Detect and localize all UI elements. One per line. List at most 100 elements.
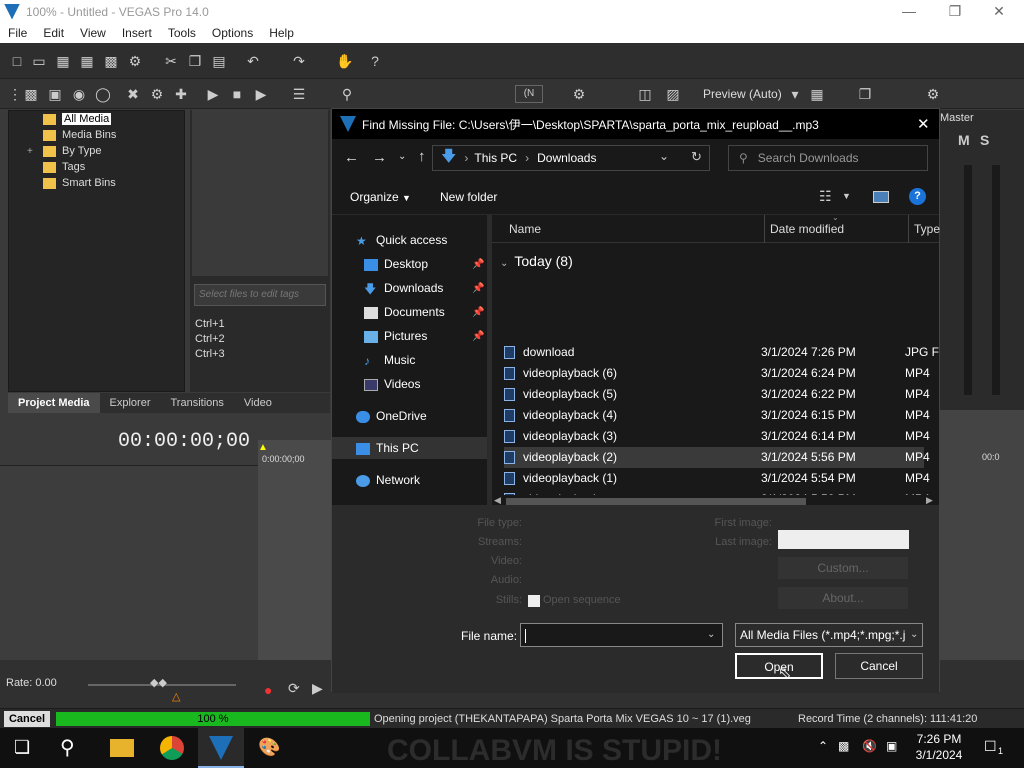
back-arrow-icon[interactable]: ← (344, 149, 359, 166)
redo-icon[interactable]: ↷ (290, 52, 308, 70)
overlays-icon[interactable]: ▨ (664, 85, 682, 103)
menu-insert[interactable]: Insert (114, 26, 160, 40)
address-dropdown-chevron-icon[interactable]: ⌄ (659, 149, 669, 163)
nav-desktop[interactable]: Desktop (364, 253, 428, 275)
breadcrumb-downloads[interactable]: Downloads (537, 151, 596, 165)
web-icon[interactable]: ◯ (94, 85, 112, 103)
file-name-input[interactable]: ⌄ (520, 623, 723, 647)
menu-view[interactable]: View (72, 26, 114, 40)
file-row[interactable]: videoplayback (5) 3/1/2024 6:22 PM MP4 (504, 384, 930, 405)
tab-project-media[interactable]: Project Media (8, 393, 100, 413)
chevron-down-icon[interactable]: ▾ (786, 85, 804, 103)
cut-icon[interactable]: ✂ (162, 52, 180, 70)
nav-downloads[interactable]: 🡇 Downloads (364, 277, 443, 299)
chrome-icon[interactable] (160, 736, 184, 760)
maximize-icon[interactable]: ❐ (932, 0, 978, 23)
custom-button[interactable]: Custom... (778, 557, 908, 579)
menu-tools[interactable]: Tools (160, 26, 204, 40)
menu-file[interactable]: File (0, 26, 35, 40)
column-divider[interactable] (764, 215, 765, 243)
tree-item-all-media[interactable]: All Media (43, 111, 112, 127)
column-name[interactable]: Name (509, 222, 541, 236)
file-explorer-icon[interactable] (110, 739, 134, 757)
nav-videos[interactable]: Videos (364, 373, 420, 395)
search-input[interactable]: Search Downloads (758, 151, 859, 165)
file-type-filter-select[interactable]: All Media Files (*.mp4;*.mpg;*.j ⌄ (735, 623, 923, 647)
tab-transitions[interactable]: Transitions (161, 397, 234, 409)
properties-gear-icon[interactable]: ⚙ (126, 52, 144, 70)
menu-options[interactable]: Options (204, 26, 261, 40)
open-folder-icon[interactable]: ▭ (30, 52, 48, 70)
loop-icon[interactable]: ⟳ (288, 680, 300, 697)
nav-music[interactable]: ♪ Music (364, 349, 415, 371)
views-icon[interactable]: ☰ (290, 85, 308, 103)
organize-button[interactable]: Organize ▼ (350, 190, 411, 204)
nav-documents[interactable]: Documents (364, 301, 445, 323)
tree-item-by-type[interactable]: + By Type (27, 143, 102, 159)
nav-quick-access[interactable]: ★ Quick access (356, 229, 447, 251)
solo-button[interactable]: S (980, 132, 989, 148)
group-header-today[interactable]: ⌄ Today (8) (500, 253, 573, 269)
breadcrumb-this-pc[interactable]: This PC (474, 151, 517, 165)
tree-item-media-bins[interactable]: Media Bins (43, 127, 116, 143)
preview-settings-gear-icon[interactable]: ⚙ (570, 85, 588, 103)
volume-muted-icon[interactable]: 🔇 (862, 739, 877, 753)
play-icon[interactable]: ▶ (204, 85, 222, 103)
nav-pictures[interactable]: Pictures (364, 325, 427, 347)
change-view-icon[interactable]: ☷ (819, 188, 832, 205)
search-icon[interactable]: ⚲ (60, 735, 75, 760)
file-row[interactable]: videoplayback (2) 3/1/2024 5:56 PM MP4 (504, 447, 930, 468)
file-name-dropdown-chevron-icon[interactable]: ⌄ (707, 624, 715, 646)
rate-thumb-icon[interactable]: ◆◆ (150, 676, 167, 689)
explore-hand-icon[interactable]: ✋ (336, 52, 354, 70)
save-icon[interactable]: ▦ (54, 52, 72, 70)
preview-quality-label[interactable]: Preview (Auto) (703, 87, 782, 101)
tab-video[interactable]: Video (234, 397, 282, 409)
dialog-close-icon[interactable]: ✕ (917, 115, 930, 133)
tree-item-smart-bins[interactable]: Smart Bins (43, 175, 116, 191)
chevron-up-icon[interactable]: ⌃ (818, 739, 828, 753)
windows-start-icon[interactable]: ❏ (14, 737, 30, 758)
media-generators-icon[interactable]: ✚ (172, 85, 190, 103)
preview-quality-select[interactable]: (N (515, 85, 543, 103)
nav-onedrive[interactable]: OneDrive (356, 405, 427, 427)
save-as-icon[interactable]: ▦ (78, 52, 96, 70)
up-arrow-icon[interactable]: ↑ (418, 148, 426, 165)
file-row[interactable]: videoplayback (1) 3/1/2024 5:54 PM MP4 (504, 468, 930, 489)
undo-icon[interactable]: ↶ (244, 52, 262, 70)
mixer-gear-icon[interactable]: ⚙ (924, 85, 942, 103)
network-icon[interactable]: ▩ (838, 739, 849, 753)
menu-help[interactable]: Help (261, 26, 302, 40)
clock-time[interactable]: 7:26 PM (912, 732, 966, 746)
help-question-icon[interactable]: ? (366, 52, 384, 70)
grid-icon[interactable]: ▦ (808, 85, 826, 103)
column-divider[interactable] (908, 215, 909, 243)
column-type[interactable]: Type (914, 222, 940, 236)
preview-pane-icon[interactable] (873, 191, 889, 203)
help-icon[interactable]: ? (909, 188, 926, 205)
file-row[interactable]: videoplayback (4) 3/1/2024 6:15 PM MP4 (504, 405, 930, 426)
expand-plus-icon[interactable]: + (27, 144, 37, 160)
mute-button[interactable]: M (958, 132, 970, 148)
tab-explorer[interactable]: Explorer (100, 397, 161, 409)
vegas-taskbar-button[interactable] (198, 728, 244, 768)
remove-icon[interactable]: ✖ (124, 85, 142, 103)
stop-icon[interactable]: ■ (228, 85, 246, 103)
notifications-icon[interactable]: ☐ (984, 738, 997, 755)
open-sequence-checkbox[interactable] (528, 595, 540, 607)
filter-dropdown-chevron-icon[interactable]: ⌄ (910, 624, 919, 646)
action-center-icon[interactable]: ▣ (886, 739, 897, 753)
new-folder-button[interactable]: New folder (440, 190, 497, 204)
address-bar[interactable]: 🡇 › This PC › Downloads ⌄ ↻ (432, 145, 710, 171)
file-row[interactable]: videoplayback (6) 3/1/2024 6:24 PM MP4 (504, 363, 930, 384)
nav-this-pc[interactable]: This PC (332, 437, 487, 459)
render-icon[interactable]: ▩ (102, 52, 120, 70)
get-media-icon[interactable]: ◉ (70, 85, 88, 103)
paste-icon[interactable]: ▤ (210, 52, 228, 70)
view-options-chevron-icon[interactable]: ▼ (842, 191, 851, 201)
minimize-icon[interactable]: — (886, 0, 932, 23)
menu-edit[interactable]: Edit (35, 26, 72, 40)
file-row[interactable]: videoplayback (3) 3/1/2024 6:14 PM MP4 (504, 426, 930, 447)
nav-network[interactable]: Network (356, 469, 420, 491)
last-image-field[interactable] (778, 530, 909, 549)
